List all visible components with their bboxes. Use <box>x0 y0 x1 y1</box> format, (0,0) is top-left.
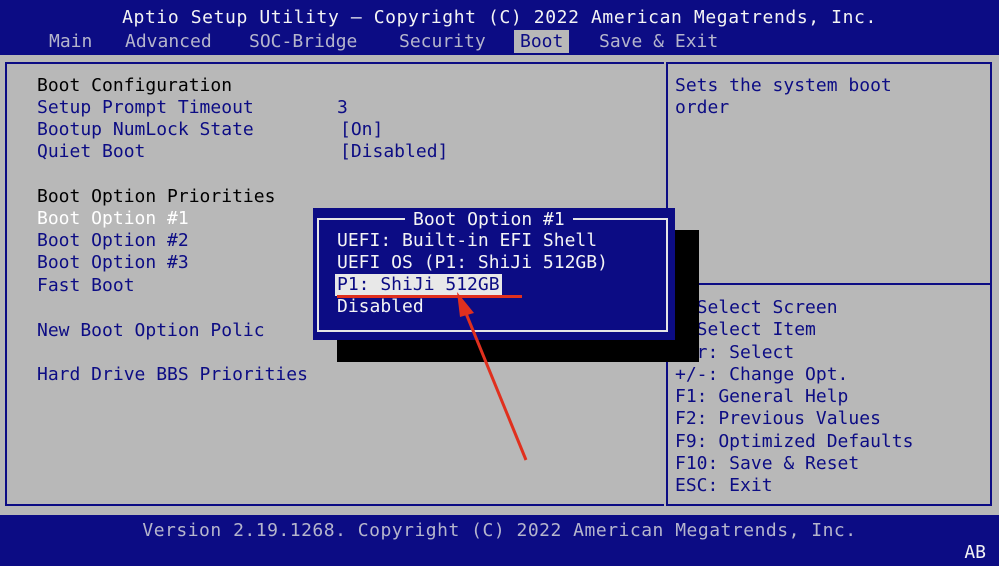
popup-option-p1-shiji[interactable]: P1: ShiJi 512GB <box>335 274 502 296</box>
annotation-underline <box>337 295 522 298</box>
key-enter-select: ter: Select <box>675 341 795 363</box>
boot-option-2[interactable]: Boot Option #2 <box>37 230 189 252</box>
popup-option-uefi-os[interactable]: UEFI OS (P1: ShiJi 512GB) <box>337 252 608 274</box>
quiet-boot-value[interactable]: [Disabled] <box>340 141 448 163</box>
footer-version: Version 2.19.1268. Copyright (C) 2022 Am… <box>142 520 857 541</box>
status-indicator: AB <box>964 542 986 563</box>
tab-main[interactable]: Main <box>43 30 98 53</box>
key-previous-values: F2: Previous Values <box>675 408 881 430</box>
tab-bar: Main Advanced SOC-Bridge Security Boot S… <box>0 30 999 53</box>
key-select-item: : Select Item <box>675 319 816 341</box>
help-description: Sets the system boot order <box>675 75 892 118</box>
hard-drive-bbs-priorities[interactable]: Hard Drive BBS Priorities <box>37 364 308 386</box>
popup-option-disabled[interactable]: Disabled <box>337 296 424 318</box>
tab-save-exit[interactable]: Save & Exit <box>593 30 724 53</box>
quiet-boot-label[interactable]: Quiet Boot <box>37 141 145 163</box>
new-boot-option-policy[interactable]: New Boot Option Polic <box>37 320 265 342</box>
key-general-help: F1: General Help <box>675 386 849 408</box>
key-legend: : Select Screen : Select Item ter: Selec… <box>675 297 990 498</box>
setup-prompt-timeout-label[interactable]: Setup Prompt Timeout <box>37 97 254 119</box>
boot-option-popup: Boot Option #1 UEFI: Built-in EFI Shell … <box>313 208 675 340</box>
boot-option-3[interactable]: Boot Option #3 <box>37 252 189 274</box>
key-select-screen: : Select Screen <box>675 297 838 318</box>
key-change-opt: +/-: Change Opt. <box>675 363 849 385</box>
key-save-reset: F10: Save & Reset <box>675 453 860 475</box>
tab-boot[interactable]: Boot <box>514 30 570 53</box>
bios-screen: Aptio Setup Utility – Copyright (C) 2022… <box>0 0 999 566</box>
tab-security[interactable]: Security <box>393 30 492 53</box>
setup-prompt-timeout-value[interactable]: 3 <box>337 97 348 119</box>
bootup-numlock-value[interactable]: [On] <box>340 119 383 141</box>
tab-advanced[interactable]: Advanced <box>119 30 218 53</box>
help-divider <box>668 283 990 285</box>
boot-option-priorities-heading: Boot Option Priorities <box>37 186 276 207</box>
boot-configuration-heading: Boot Configuration <box>37 75 233 96</box>
key-esc-exit: ESC: Exit <box>675 475 773 497</box>
fast-boot[interactable]: Fast Boot <box>37 275 135 297</box>
popup-title: Boot Option #1 <box>405 209 573 231</box>
popup-option-efi-shell[interactable]: UEFI: Built-in EFI Shell <box>337 230 597 252</box>
bootup-numlock-label[interactable]: Bootup NumLock State <box>37 119 254 141</box>
tab-soc-bridge[interactable]: SOC-Bridge <box>243 30 363 53</box>
title-bar: Aptio Setup Utility – Copyright (C) 2022… <box>122 7 877 28</box>
key-optimized-defaults: F9: Optimized Defaults <box>675 430 914 452</box>
boot-option-1[interactable]: Boot Option #1 <box>37 208 189 230</box>
